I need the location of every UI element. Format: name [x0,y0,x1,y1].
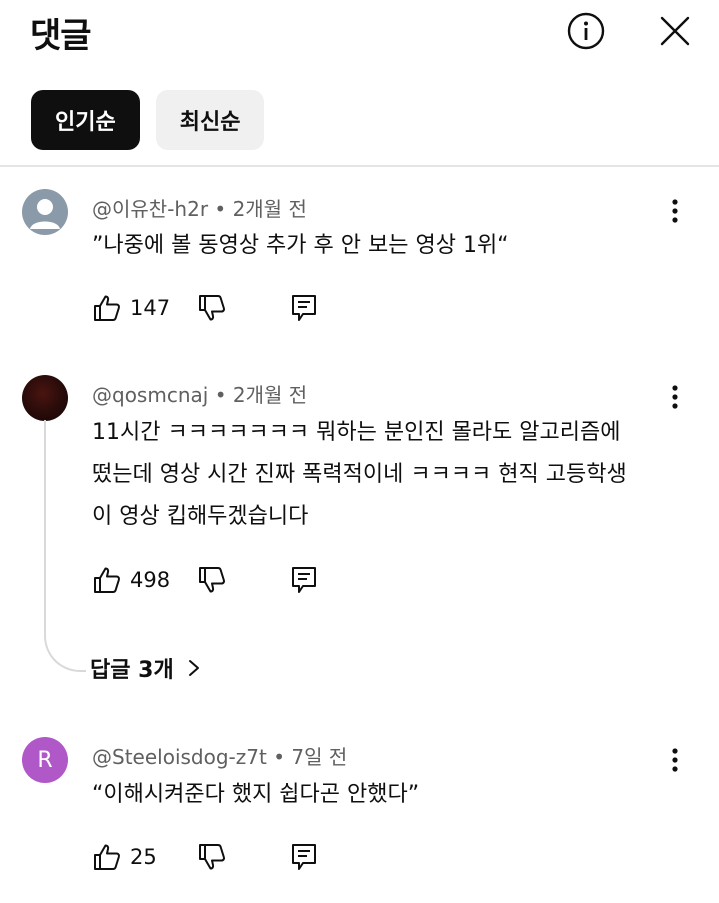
like-count: 25 [130,845,157,869]
like-count: 498 [130,568,171,592]
page-title: 댓글 [30,16,92,56]
comment-more-button[interactable] [660,740,690,780]
comment-meta: @qosmcnaj • 2개월 전 [92,379,307,408]
comment-text: “이해시켜준다 했지 쉽다곤 안했다” [92,782,420,807]
comment-author[interactable]: @Steeloisdog-z7t [92,745,267,769]
chevron-right-icon [188,660,199,676]
replies-label: 답글 3개 [90,658,174,683]
like-button[interactable]: 25 [92,842,157,872]
dislike-button[interactable] [197,565,227,595]
comment-text: ”나중에 볼 동영상 추가 후 안 보는 영상 1위“ [92,233,509,258]
avatar[interactable] [22,375,68,421]
comment-icon [292,844,316,870]
dislike-button[interactable] [197,293,227,323]
comment-time: 7일 전 [291,745,348,769]
comment-text: 11시간 ㅋㅋㅋㅋㅋㅋㅋ 뭐하는 분인진 몰라도 알고리즘에 떴는데 영상 시간… [92,412,682,538]
info-icon [567,12,605,50]
comment-actions: 25 [92,839,316,875]
comment-icon [292,567,316,593]
thumbs-down-icon [199,567,226,593]
replies-toggle[interactable]: 답글 3개 [90,652,204,684]
thumbs-down-icon [199,295,226,321]
reply-button[interactable] [290,293,318,323]
sort-chip-newest[interactable]: 최신순 [155,90,265,150]
reply-button[interactable] [290,842,318,872]
thumbs-up-icon [94,567,121,593]
comment-more-button[interactable] [660,191,690,231]
like-button[interactable]: 498 [92,565,170,595]
comment-text-line: 11시간 ㅋㅋㅋㅋㅋㅋㅋ 뭐하는 분인진 몰라도 알고리즘에 [92,420,621,445]
like-count: 147 [130,296,171,320]
like-button[interactable]: 147 [92,293,170,323]
info-button[interactable] [563,8,609,54]
sort-chips: 인기순 최신순 [31,90,265,150]
default-person-icon [30,199,60,229]
comment-text-line: 떴는데 영상 시간 진짜 폭력적이네 ㅋㅋㅋㅋ 현직 고등학생 [92,462,627,487]
close-button[interactable] [652,8,698,54]
comment-actions: 147 [92,290,316,326]
comment-author[interactable]: @이유찬-h2r [92,197,208,221]
thread-connector [44,420,86,672]
dislike-button[interactable] [197,842,227,872]
avatar-letter: R [37,747,53,773]
reply-button[interactable] [290,565,318,595]
meta-separator: • [273,745,285,769]
meta-separator: • [214,383,227,407]
more-vert-icon [672,385,678,409]
comment-time: 2개월 전 [232,197,307,221]
comment-author[interactable]: @qosmcnaj [92,383,208,407]
close-icon [660,16,690,46]
header-divider [0,165,719,167]
comment-icon [292,295,316,321]
comment-more-button[interactable] [660,377,690,417]
meta-separator: • [214,197,227,221]
comment-meta: @이유찬-h2r • 2개월 전 [92,193,307,222]
thumbs-up-icon [94,295,121,321]
avatar[interactable]: R [22,737,68,783]
thumbs-up-icon [94,844,121,870]
comments-header: 댓글 [0,0,719,70]
comment-meta: @Steeloisdog-z7t • 7일 전 [92,741,347,770]
more-vert-icon [672,748,678,772]
avatar[interactable] [22,189,68,235]
more-vert-icon [672,199,678,223]
sort-chip-popular[interactable]: 인기순 [31,90,140,150]
comment-time: 2개월 전 [232,383,308,407]
comment-text-line: 이 영상 킵해두겠습니다 [92,504,309,529]
thumbs-down-icon [199,844,226,870]
comment-actions: 498 [92,562,316,598]
